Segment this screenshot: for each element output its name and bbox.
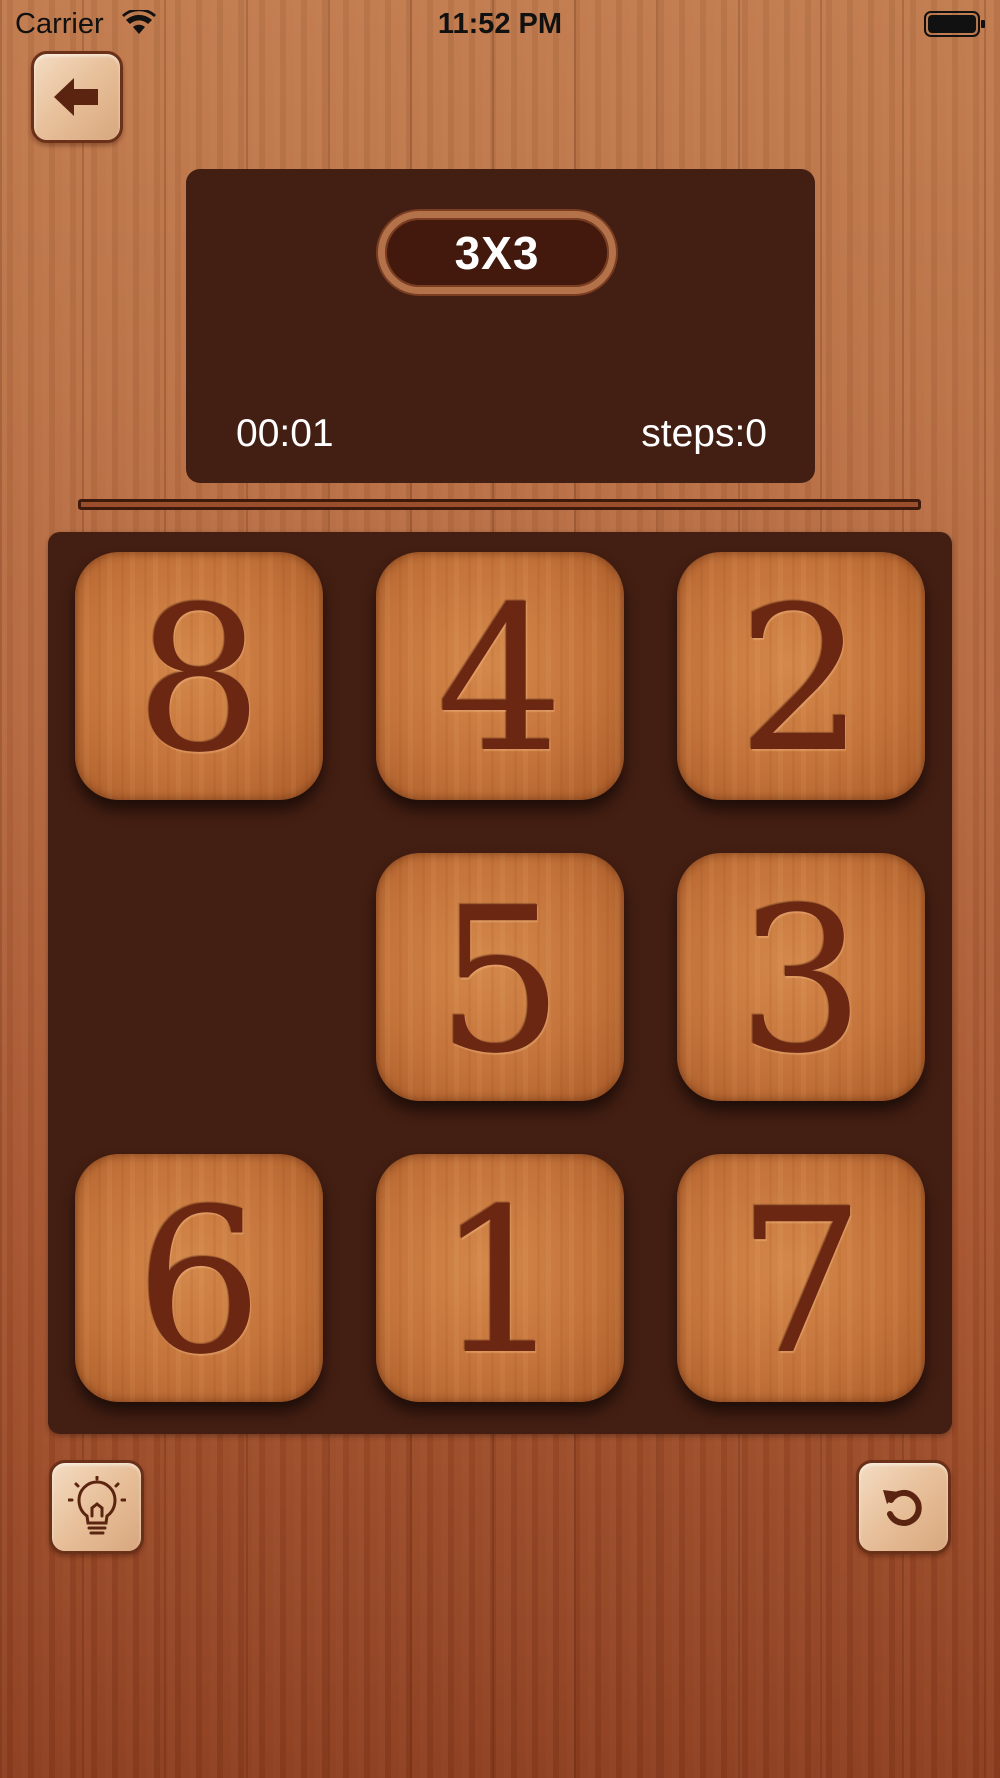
level-label: 3X3 (454, 226, 540, 279)
tile[interactable]: 3 (677, 853, 925, 1101)
hint-button[interactable] (49, 1460, 144, 1554)
info-panel: 3X3 00:01 steps:0 (186, 169, 815, 483)
tile[interactable]: 2 (677, 552, 925, 800)
timer: 00:01 (236, 412, 334, 455)
tile-number: 1 (436, 1166, 564, 1399)
tile-number: 8 (135, 564, 263, 797)
tile[interactable]: 8 (75, 552, 323, 800)
reset-button[interactable] (856, 1460, 951, 1554)
tile[interactable]: 7 (677, 1154, 925, 1402)
steps-counter: steps:0 (641, 412, 767, 455)
tile-number: 5 (436, 865, 564, 1098)
back-button[interactable] (31, 51, 123, 143)
tile[interactable]: 5 (376, 853, 624, 1101)
tile-number: 7 (737, 1166, 865, 1399)
puzzle-board: 8 4 2 5 3 6 1 7 (48, 532, 952, 1434)
divider (78, 499, 921, 510)
tile[interactable]: 4 (376, 552, 624, 800)
tile-number: 6 (135, 1166, 263, 1399)
arrow-left-icon (54, 78, 98, 116)
tile[interactable]: 1 (376, 1154, 624, 1402)
tile-number: 2 (737, 564, 865, 797)
tile[interactable]: 6 (75, 1154, 323, 1402)
status-bar: Carrier 11:52 PM (0, 0, 1000, 50)
status-time: 11:52 PM (437, 8, 563, 40)
rotate-icon (882, 1489, 922, 1526)
tile-number: 4 (436, 564, 564, 797)
tile-number: 3 (737, 865, 865, 1098)
battery-icon (924, 11, 985, 37)
lightbulb-icon (67, 1476, 126, 1535)
level-badge: 3X3 (378, 211, 616, 294)
